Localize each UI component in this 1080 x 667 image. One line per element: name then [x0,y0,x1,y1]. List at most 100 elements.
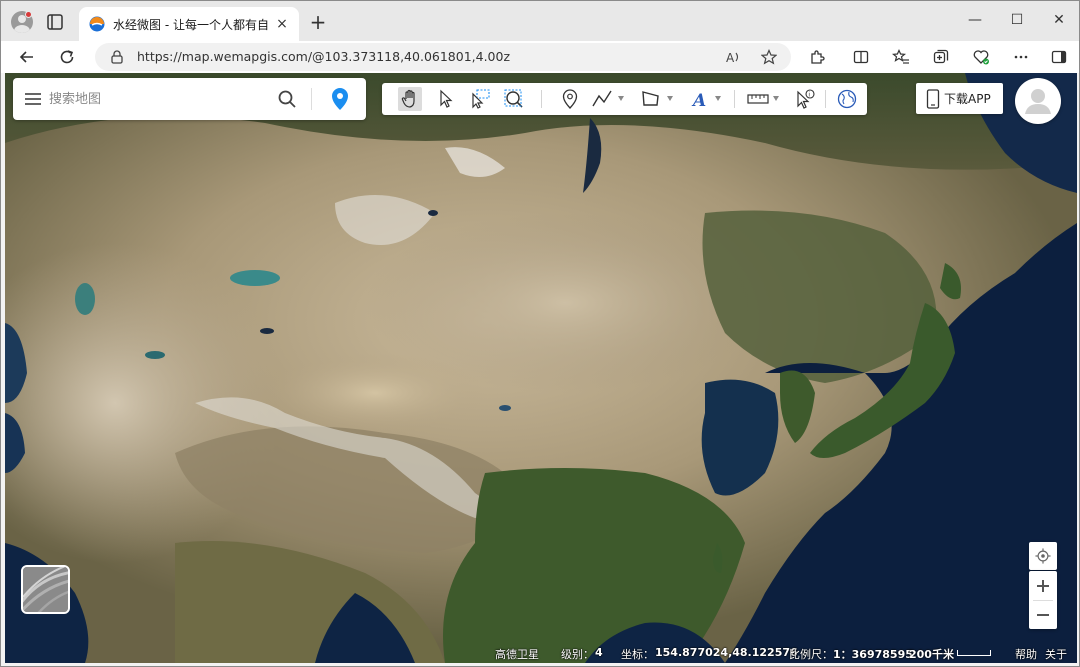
layer-switcher[interactable] [21,565,70,614]
zoom-controls [1029,571,1057,629]
read-aloud-icon[interactable]: A [725,49,741,65]
favorites-list-icon [892,49,909,64]
search-icon[interactable] [277,89,297,109]
address-bar[interactable]: https://map.wemapgis.com/@103.373118,40.… [95,43,791,71]
rect-select-icon [472,89,490,109]
user-avatar-icon [1025,89,1051,114]
zoom-out-button[interactable] [1029,600,1057,629]
back-arrow-icon [19,51,33,63]
site-favicon-icon [89,16,105,32]
tool-marker[interactable] [558,87,582,111]
zoom-in-button[interactable] [1029,571,1057,600]
close-window-button[interactable]: ✕ [1045,9,1073,31]
settings-menu-button[interactable] [1009,45,1033,69]
layer-name: 高德卫星 [495,648,539,661]
minimize-button[interactable]: — [961,9,989,31]
locate-button[interactable] [1029,542,1057,570]
satellite-imagery[interactable] [5,73,1077,663]
tool-pan[interactable] [398,87,422,111]
notification-dot-icon [25,11,32,18]
phone-icon [926,88,940,109]
scale-bar [957,650,991,656]
chevron-down-icon[interactable] [667,96,673,101]
tool-polygon[interactable] [639,87,663,111]
new-tab-button[interactable]: + [307,12,329,34]
back-button[interactable] [15,45,39,69]
reload-icon [60,50,74,64]
chevron-down-icon[interactable] [715,96,721,101]
collections-button[interactable] [929,45,953,69]
heart-pulse-icon [973,50,989,65]
zoom-level-label: 级别： [561,648,594,661]
url-text[interactable]: https://map.wemapgis.com/@103.373118,40.… [137,49,510,64]
toolbar-divider [541,90,542,108]
navigation-bar: https://map.wemapgis.com/@103.373118,40.… [1,41,1079,73]
tool-select[interactable] [434,87,458,111]
text-tool-icon: A [691,91,706,110]
scale-label: 比例尺： [789,648,833,661]
puzzle-icon [811,50,825,64]
chevron-down-icon[interactable] [618,96,624,101]
hand-pan-icon [401,89,415,108]
tool-text[interactable]: A [688,87,712,111]
browser-window: 水经微图 - 让每一个人都有自己的 × + — ☐ ✕ https://map.… [0,0,1080,667]
search-divider [311,88,312,110]
location-pin-icon[interactable] [330,87,350,111]
download-app-label: 下载APP [944,92,991,106]
about-link[interactable]: 关于 [1045,646,1067,662]
select-arrow-icon [440,89,453,108]
tab-bar: 水经微图 - 让每一个人都有自己的 × + — ☐ ✕ [1,1,1079,41]
svg-text:i: i [808,91,810,98]
favorite-star-icon[interactable] [761,49,777,65]
ruler-icon [747,94,769,104]
tab-close-icon[interactable]: × [275,17,289,31]
tool-globe[interactable] [835,87,859,111]
polyline-icon [592,90,612,107]
chevron-down-icon[interactable] [773,96,779,101]
map-status-bar: 高德卫星 级别： 4 坐标： 154.877024,48.122576 比例尺：… [485,644,1077,662]
sidebar-toggle-button[interactable] [1047,45,1071,69]
layer-thumbnail-icon [23,567,68,612]
browser-essentials-button[interactable] [969,45,993,69]
plus-icon [1037,579,1049,592]
user-avatar[interactable] [1015,78,1061,124]
search-input[interactable] [49,89,269,109]
crosshair-locate-icon [1035,548,1051,564]
zoom-box-icon [504,89,523,108]
reload-button[interactable] [55,45,79,69]
minus-icon [1037,613,1049,616]
collections-icon [933,49,949,64]
polygon-icon [642,91,659,106]
coordinate-label: 坐标： [621,648,654,661]
download-app-button[interactable]: 下载APP [916,83,1003,114]
scale-value: 1：36978595 [833,648,913,661]
browser-tab-active[interactable]: 水经微图 - 让每一个人都有自己的 × [79,7,299,41]
extensions-button[interactable] [805,45,829,69]
tab-actions-icon[interactable] [45,12,65,32]
drawing-toolbar: A i [382,83,867,115]
menu-hamburger-icon[interactable] [25,92,41,106]
tool-zoom-box[interactable] [502,87,526,111]
zoom-level-value: 4 [595,646,603,659]
sidebar-icon [1051,50,1067,64]
split-screen-icon [853,50,869,64]
marker-pin-icon [562,89,578,109]
maximize-button[interactable]: ☐ [1003,9,1031,31]
tool-polyline[interactable] [590,87,614,111]
toolbar-divider [734,90,735,108]
favorites-button[interactable] [889,45,913,69]
help-link[interactable]: 帮助 [1015,646,1037,662]
map-canvas[interactable]: A i 下载APP [5,73,1077,663]
tool-rect-select[interactable] [468,87,492,111]
search-panel [13,78,366,120]
split-screen-button[interactable] [849,45,873,69]
coordinate-value: 154.877024,48.122576 [655,646,798,659]
lock-icon[interactable] [109,49,125,65]
tab-title: 水经微图 - 让每一个人都有自己的 [113,17,269,32]
tool-info[interactable]: i [793,87,817,111]
svg-text:A: A [726,51,735,65]
scale-distance: 200千米 [909,648,954,661]
globe-icon [837,89,857,109]
tool-measure[interactable] [746,87,770,111]
more-dots-icon [1014,55,1028,59]
